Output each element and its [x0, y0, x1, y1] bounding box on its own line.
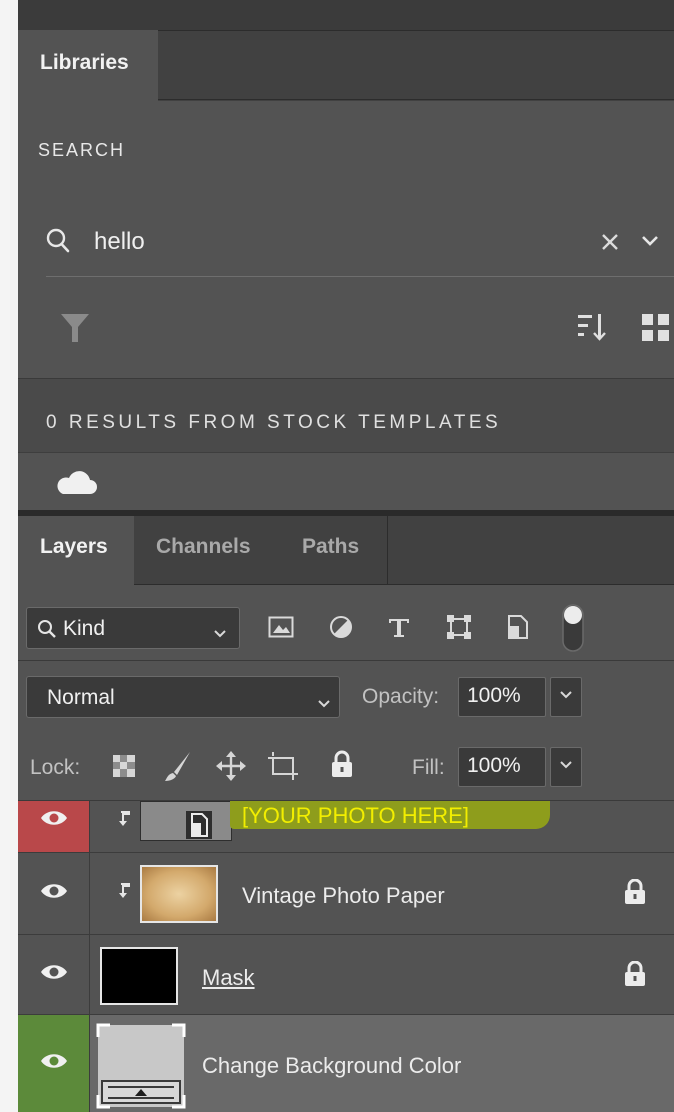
layer-name[interactable]: Vintage Photo Paper: [242, 883, 445, 909]
panel-top-strip: [18, 0, 674, 30]
opacity-field[interactable]: 100%: [458, 677, 546, 717]
adjustment-layer-filter-icon[interactable]: [326, 612, 356, 642]
layer-name[interactable]: Mask: [202, 965, 255, 991]
blend-mode-value: Normal: [47, 686, 115, 709]
visibility-toggle[interactable]: [18, 801, 90, 852]
lock-image-pixels-icon[interactable]: [164, 750, 192, 787]
eye-icon: [40, 1052, 68, 1075]
tab-channels[interactable]: Channels: [156, 516, 251, 585]
type-layer-filter-icon[interactable]: [384, 612, 414, 642]
layer-name[interactable]: [YOUR PHOTO HERE]: [242, 803, 469, 829]
fill-value: 100%: [467, 754, 521, 777]
layer-row-your-photo[interactable]: [YOUR PHOTO HERE]: [18, 801, 674, 853]
tab-paths[interactable]: Paths: [302, 516, 359, 585]
chevron-down-icon[interactable]: [640, 234, 660, 253]
fill-slider-toggle[interactable]: [550, 747, 582, 787]
lock-position-icon[interactable]: [216, 751, 246, 786]
cloud-icon: [56, 469, 98, 500]
lock-label: Lock:: [30, 756, 81, 779]
options-divider: [18, 660, 674, 661]
clipping-mask-icon: [118, 811, 132, 832]
eye-icon: [40, 882, 68, 905]
tab-layers[interactable]: Layers: [18, 516, 134, 585]
shape-layer-filter-icon[interactable]: [444, 612, 474, 642]
chevron-down-icon: [559, 688, 573, 706]
stock-results-text: 0 RESULTS FROM STOCK TEMPLATES: [46, 412, 502, 433]
smart-object-badge-icon: [186, 811, 212, 844]
kind-filter-value: Kind: [63, 617, 106, 640]
tab-paths-label: Paths: [302, 535, 360, 558]
library-search-row: [46, 220, 674, 270]
sort-icon[interactable]: [578, 312, 606, 347]
chevron-down-icon: [317, 692, 331, 716]
chevron-down-icon: [213, 622, 227, 646]
tabbar-divider: [387, 516, 388, 584]
grid-view-icon[interactable]: [642, 314, 674, 347]
opacity-slider-toggle[interactable]: [550, 677, 582, 717]
visibility-toggle[interactable]: [18, 853, 90, 934]
lock-artboard-icon[interactable]: [268, 752, 298, 785]
lock-all-icon[interactable]: [330, 750, 354, 783]
layer-name[interactable]: Change Background Color: [202, 1053, 461, 1079]
layer-lock-icon: [624, 878, 646, 910]
library-search-input[interactable]: [94, 220, 564, 264]
eye-icon: [40, 809, 68, 832]
filter-icon[interactable]: [60, 312, 90, 349]
fill-layer-thumbnail-icon: [96, 1023, 186, 1112]
tab-libraries-label: Libraries: [40, 51, 129, 74]
fill-label: Fill:: [412, 756, 445, 779]
layer-row-change-background-color[interactable]: Change Background Color: [18, 1015, 674, 1112]
layer-row-mask[interactable]: Mask: [18, 935, 674, 1015]
filter-toggle-switch[interactable]: [562, 604, 584, 657]
opacity-label: Opacity:: [362, 685, 440, 708]
layer-thumbnail: [100, 947, 178, 1005]
clipping-mask-icon: [118, 883, 132, 904]
lock-transparent-pixels-icon[interactable]: [112, 754, 136, 783]
search-underline: [46, 276, 674, 277]
opacity-value: 100%: [467, 684, 521, 707]
search-section-label: SEARCH: [38, 140, 126, 160]
layer-kind-filter[interactable]: Kind: [26, 607, 240, 649]
tab-channels-label: Channels: [156, 535, 251, 558]
tabbar-divider: [158, 99, 674, 100]
tab-layers-label: Layers: [40, 535, 108, 558]
cloud-bar: [18, 452, 674, 511]
pixel-layer-filter-icon[interactable]: [266, 612, 296, 642]
blend-mode-dropdown[interactable]: Normal: [26, 676, 340, 718]
search-icon: [46, 228, 70, 259]
layer-row-vintage-photo-paper[interactable]: Vintage Photo Paper: [18, 853, 674, 935]
clear-search-icon[interactable]: [600, 232, 620, 257]
search-icon: [37, 619, 57, 645]
photoshop-panels: Libraries SEARCH 0 RESULTS FROM STOCK TE…: [18, 0, 674, 1112]
tab-libraries[interactable]: Libraries: [18, 30, 158, 101]
layer-thumbnail: [140, 865, 218, 923]
layer-lock-icon: [624, 960, 646, 992]
fill-field[interactable]: 100%: [458, 747, 546, 787]
visibility-toggle[interactable]: [18, 1015, 90, 1112]
visibility-toggle[interactable]: [18, 935, 90, 1014]
eye-icon: [40, 963, 68, 986]
chevron-down-icon: [559, 758, 573, 776]
smart-object-filter-icon[interactable]: [502, 612, 532, 642]
